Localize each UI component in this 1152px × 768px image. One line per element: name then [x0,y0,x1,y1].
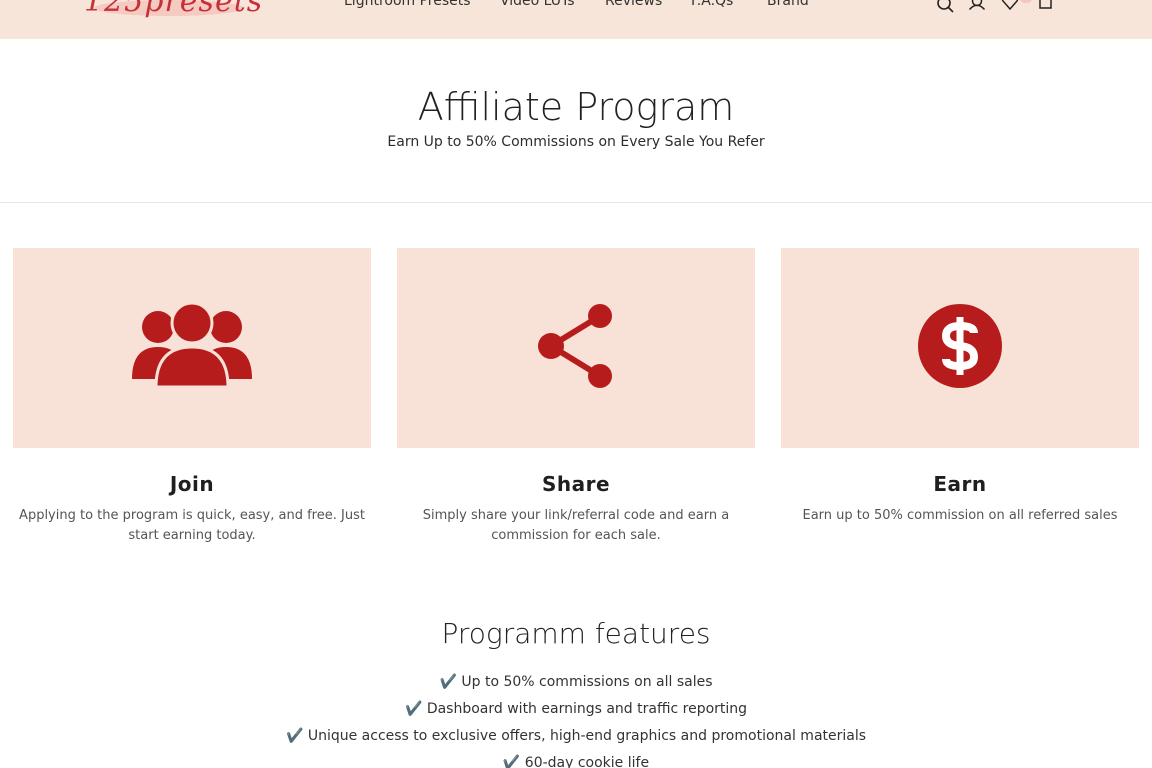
nav-faqs[interactable]: F.A.Qs [691,0,733,9]
feature-item-cookie: ✔️ 60-day cookie life [502,755,650,768]
wishlist-icon[interactable] [1001,0,1019,14]
share-card-panel [397,248,755,448]
earn-title: Earn [933,472,987,496]
site-header: 125presets Lightroom Presets Video LUTs … [0,0,1152,39]
share-text: Simply share your link/referral code and… [422,508,730,543]
join-card: Join Applying to the program is quick, e… [13,248,371,546]
affiliate-hero: Affiliate Program Earn Up to 50% Commiss… [0,39,1152,203]
users-icon [132,301,252,393]
feature-item-commissions: ✔️ Up to 50% commissions on all sales [439,674,713,690]
nav-lightroom-presets[interactable]: Lightroom Presets [344,0,471,9]
nav-video-luts[interactable]: Video LUTs [500,0,575,9]
join-title: Join [169,472,215,496]
page-subtitle: Earn Up to 50% Commissions on Every Sale… [387,134,765,150]
share-title: Share [541,472,611,496]
features-list: ✔️ Up to 50% commissions on all sales ✔️… [0,672,1152,768]
earn-text: Earn up to 50% commission on all referre… [802,508,1118,523]
cart-icon[interactable] [1037,0,1055,14]
earn-card: Earn Earn up to 50% commission on all re… [781,248,1139,526]
features-title: Programm features [441,617,711,650]
nav-reviews[interactable]: Reviews [605,0,662,9]
join-card-panel [13,248,371,448]
header-icons [936,0,1056,14]
earn-card-panel [781,248,1139,448]
feature-item-offers: ✔️ Unique access to exclusive offers, hi… [285,728,867,744]
nav-brand[interactable]: Brand [767,0,809,9]
feature-item-dashboard: ✔️ Dashboard with earnings and traffic r… [404,701,748,717]
account-icon[interactable] [968,0,986,14]
search-icon[interactable] [936,0,954,14]
share-icon [536,303,616,393]
page-title: Affiliate Program [417,85,735,129]
share-card: Share Simply share your link/referral co… [397,248,755,546]
join-text: Applying to the program is quick, easy, … [19,508,365,543]
dollar-icon [917,303,1003,393]
